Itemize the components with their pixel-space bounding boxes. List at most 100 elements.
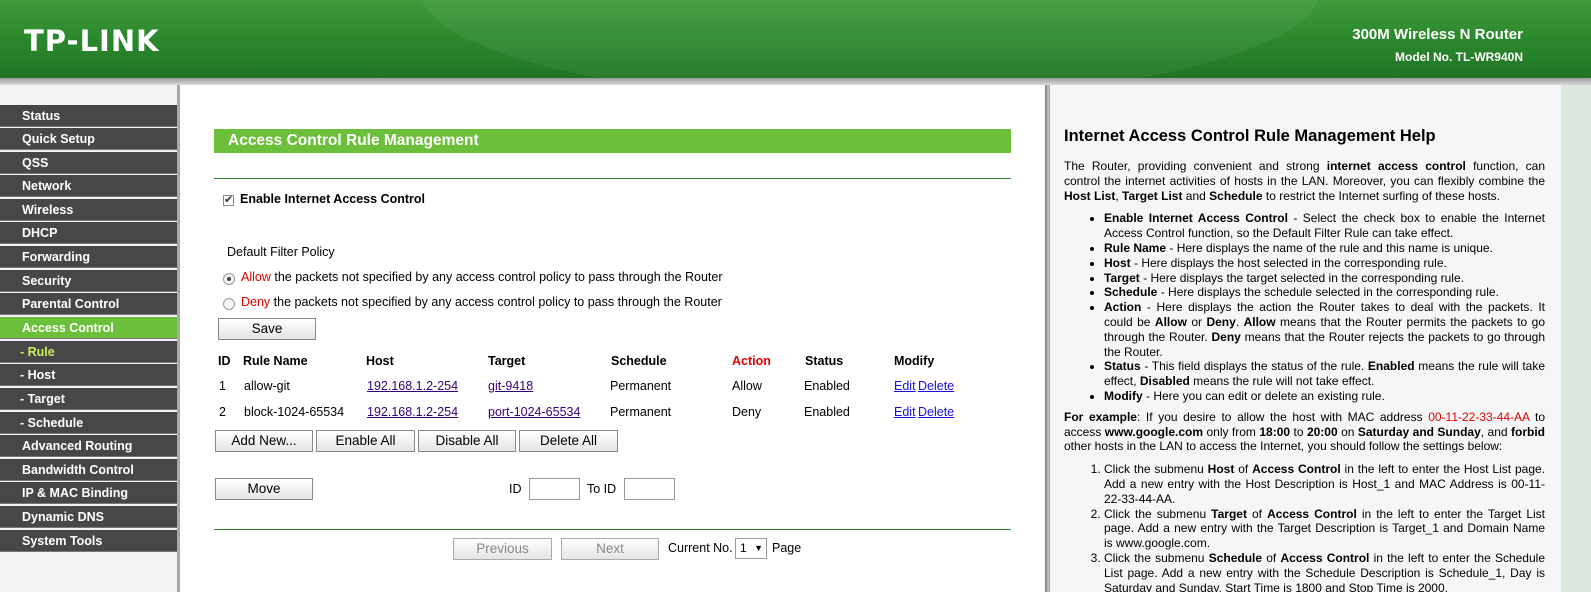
bold-text: Access Control: [1280, 550, 1370, 565]
sidebar-subitem-target[interactable]: - Target: [0, 388, 177, 410]
rule-action: Allow: [732, 379, 762, 393]
window-edge: [1561, 85, 1591, 592]
help-text: to restrict the Internet surfing of thes…: [1262, 188, 1500, 203]
rule-name: allow-git: [244, 379, 290, 393]
chevron-down-icon: ▼: [754, 543, 763, 553]
help-list-item: Rule Name - Here displays the name of th…: [1104, 241, 1545, 256]
move-button[interactable]: Move: [215, 478, 313, 500]
sidebar-item-network[interactable]: Network: [0, 175, 177, 197]
move-from-id-input[interactable]: [529, 478, 580, 500]
bold-text: Deny: [1211, 329, 1241, 344]
help-text: Click the submenu: [1104, 550, 1209, 565]
help-text: means the rule will not take effect.: [1189, 374, 1375, 389]
disable-all-button[interactable]: Disable All: [418, 430, 516, 452]
bold-text: Allow: [1243, 314, 1276, 329]
edit-link[interactable]: Edit: [894, 405, 916, 419]
save-button[interactable]: Save: [218, 318, 316, 340]
help-list-item: Modify - Here you can edit or delete an …: [1104, 389, 1545, 404]
rule-schedule: Permanent: [610, 405, 672, 419]
rule-schedule: Permanent: [610, 379, 672, 393]
sidebar-item-parental-control[interactable]: Parental Control: [0, 293, 177, 315]
rule-action: Deny: [732, 405, 762, 419]
page-select-value: 1: [740, 541, 747, 555]
edit-link[interactable]: Edit: [894, 379, 916, 393]
column-header-modify: Modify: [894, 354, 935, 368]
sidebar-item-qss[interactable]: QSS: [0, 152, 177, 174]
rule-status: Enabled: [804, 405, 850, 419]
allow-word: Allow: [241, 270, 271, 284]
column-header-id: ID: [218, 354, 231, 368]
sidebar-subitem-rule[interactable]: - Rule: [0, 341, 177, 363]
help-text: Click the submenu: [1104, 506, 1212, 521]
section-divider: [214, 178, 1011, 179]
delete-all-button[interactable]: Delete All: [519, 430, 618, 452]
sidebar-item-advanced-routing[interactable]: Advanced Routing: [0, 435, 177, 457]
bold-text: Access Control: [1267, 506, 1357, 521]
delete-link[interactable]: Delete: [918, 405, 954, 419]
help-list-item: Click the submenu Host of Access Control…: [1104, 462, 1545, 506]
help-text: , and: [1480, 424, 1512, 439]
sidebar-item-bandwidth-control[interactable]: Bandwidth Control: [0, 459, 177, 481]
sidebar-subitem-schedule[interactable]: - Schedule: [0, 412, 177, 434]
help-field-list: Enable Internet Access Control - Select …: [1104, 211, 1545, 403]
help-text: - Here displays the schedule selected in…: [1157, 285, 1499, 300]
sidebar-item-access-control[interactable]: Access Control: [0, 317, 177, 339]
sidebar-item-quick-setup[interactable]: Quick Setup: [0, 128, 177, 150]
bold-text: Saturday and Sunday: [1357, 424, 1481, 439]
page-title: Access Control Rule Management: [214, 129, 1011, 153]
rule-name: block-1024-65534: [244, 405, 345, 419]
bold-text: forbid: [1511, 424, 1546, 439]
bold-text: www.google.com: [1104, 424, 1204, 439]
help-text: - Here you can edit or delete an existin…: [1142, 388, 1385, 403]
sidebar-item-security[interactable]: Security: [0, 270, 177, 292]
sidebar-item-wireless[interactable]: Wireless: [0, 199, 177, 221]
bold-text: internet access control: [1326, 159, 1466, 173]
enable-all-button[interactable]: Enable All: [316, 430, 415, 452]
help-text: - Here displays the target selected in t…: [1139, 270, 1464, 285]
help-list-item: Enable Internet Access Control - Select …: [1104, 211, 1545, 241]
bold-text: Host: [1207, 462, 1235, 477]
bold-text: Target: [1211, 506, 1247, 521]
page-select[interactable]: 1 ▼: [735, 538, 767, 559]
help-list-item: Click the submenu Schedule of Access Con…: [1104, 551, 1545, 592]
next-page-button[interactable]: Next: [561, 538, 659, 560]
previous-page-button[interactable]: Previous: [453, 538, 552, 560]
rule-target-link[interactable]: git-9418: [488, 379, 533, 393]
column-header-action: Action: [732, 354, 771, 368]
add-new-button[interactable]: Add New...: [215, 430, 313, 452]
sidebar-item-dynamic-dns[interactable]: Dynamic DNS: [0, 506, 177, 528]
bold-text: Status: [1104, 359, 1141, 374]
help-text: and: [1182, 188, 1210, 203]
rule-host-link[interactable]: 192.168.1.2-254: [367, 405, 458, 419]
bold-text: Target List: [1122, 188, 1183, 203]
help-text: - Here displays the name of the rule and…: [1166, 240, 1493, 255]
rule-target-link[interactable]: port-1024-65534: [488, 405, 580, 419]
enable-access-control-label: Enable Internet Access Control: [240, 192, 425, 206]
help-steps-list: Click the submenu Host of Access Control…: [1104, 462, 1545, 592]
bold-text: Modify: [1104, 388, 1143, 403]
column-header-host: Host: [366, 354, 394, 368]
help-text: or: [1186, 314, 1207, 329]
rule-host-link[interactable]: 192.168.1.2-254: [367, 379, 458, 393]
move-to-id-input[interactable]: [624, 478, 675, 500]
current-page-label: Current No.: [668, 541, 733, 555]
sidebar-item-dhcp[interactable]: DHCP: [0, 222, 177, 244]
sidebar-item-ip-mac-binding[interactable]: IP & MAC Binding: [0, 482, 177, 504]
allow-policy-label: Allow the packets not specified by any a…: [241, 270, 723, 284]
allow-policy-radio[interactable]: [223, 273, 235, 285]
product-name: 300M Wireless N Router: [1352, 26, 1523, 43]
tp-link-logo: TP-LINK: [24, 24, 160, 58]
allow-policy-text: the packets not specified by any access …: [270, 270, 723, 284]
sidebar-item-forwarding[interactable]: Forwarding: [0, 246, 177, 268]
bold-text: Enabled: [1367, 359, 1415, 374]
move-from-id-label: ID: [509, 482, 522, 496]
sidebar-item-status[interactable]: Status: [0, 105, 177, 127]
deny-policy-radio[interactable]: [223, 298, 235, 310]
enable-access-control-checkbox[interactable]: [223, 193, 234, 206]
delete-link[interactable]: Delete: [918, 379, 954, 393]
sidebar-item-system-tools[interactable]: System Tools: [0, 530, 177, 552]
main-panel: Access Control Rule Management Enable In…: [183, 85, 1045, 592]
sidebar-subitem-host[interactable]: - Host: [0, 364, 177, 386]
deny-policy-label: Deny the packets not specified by any ac…: [241, 295, 722, 309]
help-text: only from: [1203, 424, 1260, 439]
